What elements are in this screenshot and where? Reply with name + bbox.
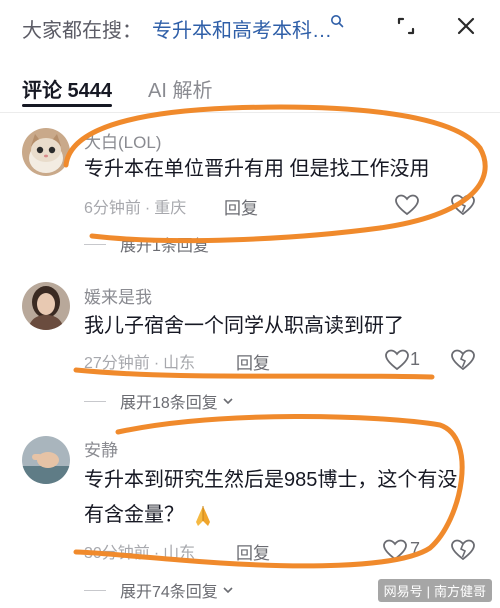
heart-icon[interactable] [382,538,408,562]
search-bar: 大家都在搜： 专升本和高考本科… [0,0,500,56]
expand-replies-button[interactable]: 展开18条回复 [84,389,234,413]
comment-meta: 27分钟前 · 山东 [84,355,196,372]
cat-avatar-icon [22,128,70,176]
watermark: 网易号 | 南方健哥 [377,579,492,602]
expand-icon[interactable] [392,12,420,40]
comment-meta: 6分钟前 · 重庆 [84,200,187,217]
broken-heart-icon[interactable] [450,538,476,562]
avatar[interactable] [22,282,70,330]
comment-text: 专升本在单位晋升有用 但是找工作没用 [84,158,430,180]
close-icon[interactable] [452,12,480,40]
username[interactable]: 大白(LOL) [84,128,161,153]
comment-text: 我儿子宿舍一个同学从职高读到研了 [84,315,404,337]
reply-button[interactable]: 回复 [236,539,270,564]
username[interactable]: 安静 [84,436,118,461]
search-query-link[interactable]: 专升本和高考本科… [152,14,332,43]
broken-heart-icon[interactable] [450,348,476,372]
broken-heart-icon[interactable] [450,193,476,217]
like-count: 1 [410,349,421,369]
like-count: 7 [410,539,421,559]
tab-ai-analysis[interactable]: AI 解析 [148,74,212,103]
search-icon[interactable] [330,14,344,28]
expand-replies-button[interactable]: 展开1条回复 [84,232,209,256]
avatar[interactable] [22,436,70,484]
search-prefix: 大家都在搜： [22,20,142,42]
woman-avatar-icon [22,282,70,330]
tab-active-indicator [22,104,112,107]
tab-divider [0,112,500,113]
expand-replies-button[interactable]: 展开74条回复 [84,578,234,602]
chevron-down-icon [223,398,233,405]
avatar[interactable] [22,128,70,176]
comment-text-line: 专升本到研究生然后是985博士，这个有没 [84,469,458,491]
tab-comments[interactable]: 评论 5444 [22,74,112,103]
reply-button[interactable]: 回复 [236,349,270,374]
heart-icon[interactable] [384,348,410,372]
reply-button[interactable]: 回复 [224,194,258,219]
comment-meta: 30分钟前 · 山东 [84,545,196,562]
heart-icon[interactable] [394,193,420,217]
praying-hands-icon [196,505,210,526]
username[interactable]: 媛来是我 [84,283,152,308]
chevron-down-icon [223,587,233,594]
comment-text-line: 有含金量？ [84,497,216,533]
hand-avatar-icon [22,436,70,484]
